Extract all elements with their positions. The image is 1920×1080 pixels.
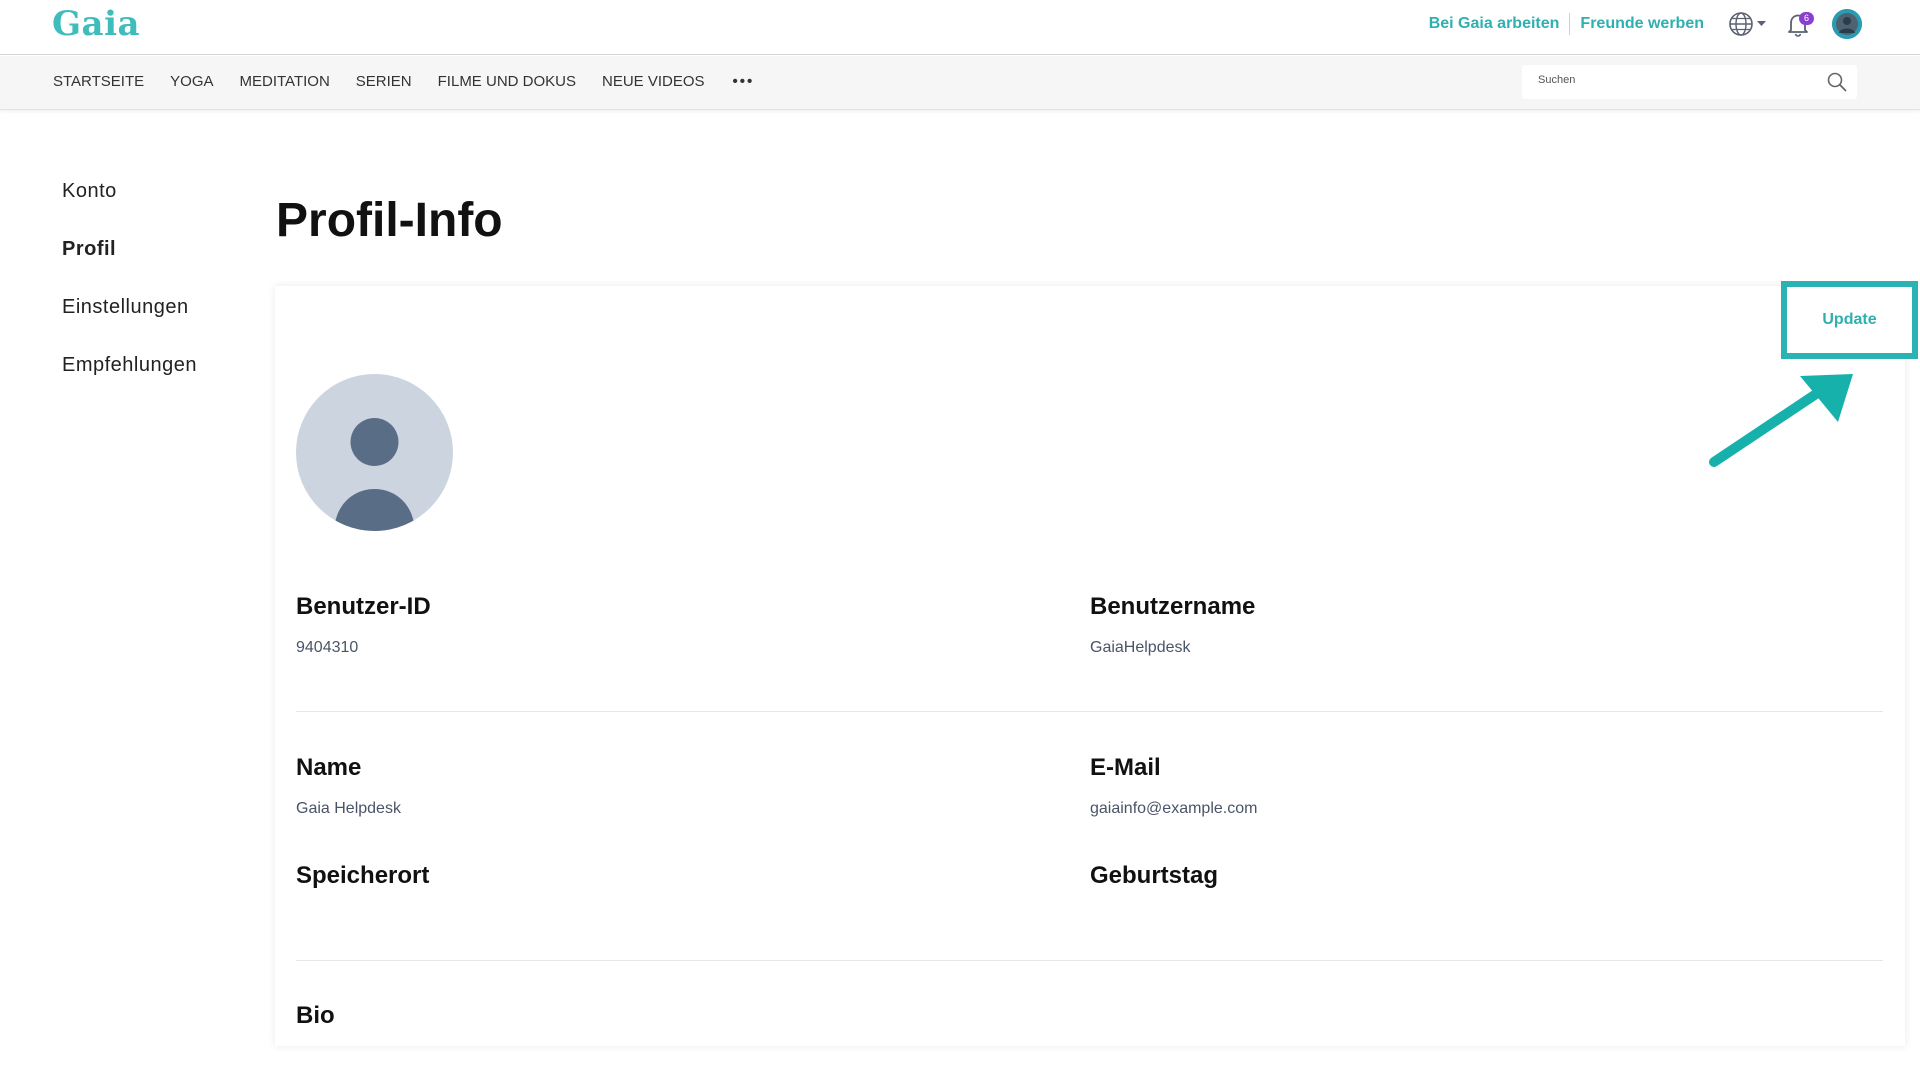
name-label: Name <box>296 754 362 781</box>
update-button[interactable]: Update <box>1781 281 1918 359</box>
globe-icon <box>1729 12 1753 36</box>
name-value: Gaia Helpdesk <box>296 800 401 817</box>
arrow-annotation <box>1709 374 1853 467</box>
email-label: E-Mail <box>1090 754 1161 781</box>
more-menu-button[interactable]: ••• <box>733 73 755 90</box>
header-links: Bei Gaia arbeiten Freunde werben <box>1429 13 1704 35</box>
page-title: Profil-Info <box>276 194 503 247</box>
user-id-value: 9404310 <box>296 639 359 656</box>
nav-items: STARTSEITE YOGA MEDITATION SERIEN FILME … <box>53 73 754 90</box>
nav-item-neue-videos[interactable]: NEUE VIDEOS <box>602 73 705 90</box>
username-label: Benutzername <box>1090 593 1256 620</box>
search-box[interactable] <box>1522 65 1857 99</box>
profile-avatar[interactable] <box>296 374 453 531</box>
sidebar-item-empfehlungen[interactable]: Empfehlungen <box>62 354 197 380</box>
header-icons: 6 <box>1728 9 1862 39</box>
user-id-label: Benutzer-ID <box>296 593 431 620</box>
link-separator <box>1569 13 1571 35</box>
default-user-icon <box>334 418 415 531</box>
sidebar-item-einstellungen[interactable]: Einstellungen <box>62 296 197 322</box>
notification-badge: 6 <box>1799 12 1814 25</box>
account-sidebar: Konto Profil Einstellungen Empfehlungen <box>62 180 197 412</box>
section-divider <box>296 960 1883 961</box>
language-selector[interactable] <box>1728 11 1766 37</box>
profile-card <box>275 286 1905 1046</box>
refer-friends-link[interactable]: Freunde werben <box>1580 15 1704 33</box>
email-value: gaiainfo@example.com <box>1090 800 1258 817</box>
username-value: GaiaHelpdesk <box>1090 639 1191 656</box>
birthday-label: Geburtstag <box>1090 862 1219 889</box>
nav-item-filme-und-dokus[interactable]: FILME UND DOKUS <box>438 73 576 90</box>
careers-link[interactable]: Bei Gaia arbeiten <box>1429 15 1560 33</box>
chevron-down-icon <box>1757 21 1766 26</box>
nav-item-serien[interactable]: SERIEN <box>356 73 412 90</box>
nav-item-startseite[interactable]: STARTSEITE <box>53 73 144 90</box>
search-icon[interactable] <box>1827 72 1847 92</box>
location-label: Speicherort <box>296 862 430 889</box>
sidebar-item-konto[interactable]: Konto <box>62 180 197 206</box>
nav-item-yoga[interactable]: YOGA <box>170 73 213 90</box>
notifications-button[interactable]: 6 <box>1784 9 1814 39</box>
nav-item-meditation[interactable]: MEDITATION <box>240 73 330 90</box>
user-avatar-icon <box>1832 9 1862 39</box>
bio-label: Bio <box>296 1002 335 1029</box>
user-avatar[interactable] <box>1832 9 1862 39</box>
sidebar-item-profil[interactable]: Profil <box>62 238 197 264</box>
search-input[interactable] <box>1538 74 1808 86</box>
main-nav: STARTSEITE YOGA MEDITATION SERIEN FILME … <box>0 56 1920 110</box>
top-header: Gaia Bei Gaia arbeiten Freunde werben 6 <box>0 0 1920 55</box>
section-divider <box>296 711 1883 712</box>
gaia-logo[interactable]: Gaia <box>52 4 140 44</box>
